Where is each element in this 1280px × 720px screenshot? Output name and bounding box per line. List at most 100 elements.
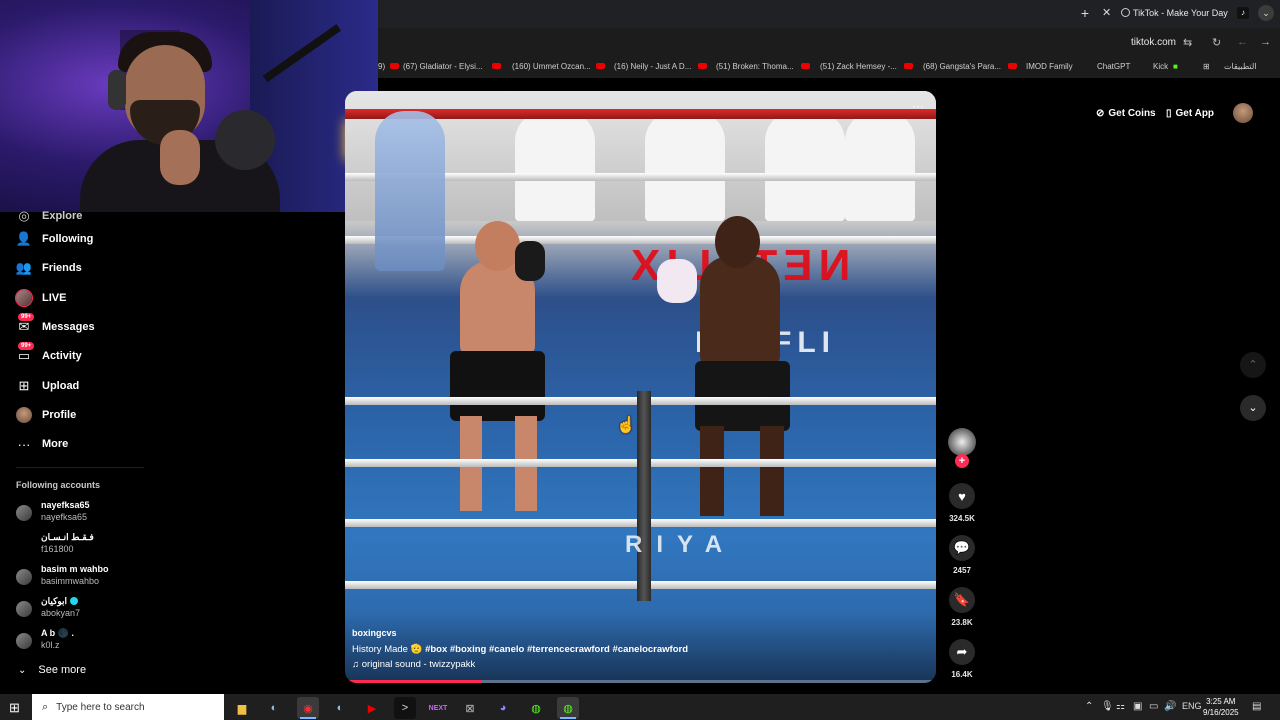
sidebar-item-label: Profile	[42, 409, 77, 421]
new-tab-button[interactable]: +	[1078, 5, 1092, 21]
share-button[interactable]: ➦ 16.4K	[945, 639, 979, 679]
clock-time: 3:25 AM	[1206, 697, 1236, 706]
verified-icon	[70, 597, 79, 605]
site-settings-icon[interactable]: ⇆	[1183, 36, 1192, 49]
sidebar-item-upload[interactable]: ⊞ Upload	[16, 376, 80, 396]
sidebar-item-label: Messages	[42, 321, 95, 333]
account-username: nayefksa65	[41, 512, 88, 522]
bookmark-item[interactable]: (51) Zack Hemsey -...	[820, 62, 897, 71]
network-icon[interactable]: ⚏	[1116, 701, 1125, 712]
tiktok-tab-icon[interactable]: ♪	[1237, 7, 1249, 19]
activity-badge: 99+	[18, 342, 35, 350]
windows-start-icon[interactable]: ⊞	[9, 700, 20, 716]
sidebar-item-label: LIVE	[42, 292, 67, 304]
youtube-icon	[1008, 63, 1017, 69]
display-icon[interactable]: ▣	[1133, 701, 1142, 712]
sidebar-item-profile[interactable]: Profile	[16, 405, 76, 425]
bookmark-item[interactable]: (16) Neily - Just A D...	[614, 62, 691, 71]
coin-icon: ⊘	[1096, 107, 1105, 119]
video-caption: History Made 🫡 #box #boxing #canelo #ter…	[352, 644, 688, 655]
video-player[interactable]: NETFLIX NETFLI RIYA ··· boxingcvs Histor…	[345, 91, 936, 683]
get-app-button[interactable]: ▯ Get App	[1160, 101, 1220, 125]
video-author[interactable]: boxingcvs	[352, 628, 397, 638]
youtube-icon	[801, 63, 810, 69]
account-avatar	[16, 569, 32, 585]
sidebar-item-label: More	[42, 438, 69, 450]
previous-video-button[interactable]: ⌃	[1240, 352, 1266, 378]
bookmark-item[interactable]: التطبيقات	[1224, 62, 1256, 71]
taskbar-clock[interactable]: 3:25 AM 9/16/2025	[1203, 696, 1239, 718]
tab-list-chevron-icon[interactable]: ⌄	[1258, 5, 1274, 21]
user-avatar[interactable]	[1233, 103, 1253, 123]
sidebar-item-friends[interactable]: 👥 Friends	[16, 258, 82, 278]
apps-grid-icon[interactable]: ⊞	[1203, 62, 1210, 71]
forward-icon[interactable]: →	[1260, 36, 1271, 48]
notifications-icon[interactable]: ▤	[1252, 701, 1261, 712]
ring-post	[637, 391, 651, 601]
next-app-icon[interactable]: NEXT	[427, 697, 449, 719]
get-coins-button[interactable]: ⊘ Get Coins	[1090, 101, 1162, 125]
following-accounts-title: Following accounts	[16, 480, 101, 490]
microphone-icon[interactable]: 🎙	[1101, 701, 1114, 712]
bookmark-item[interactable]: (67) Gladiator - Elysi...	[403, 62, 483, 71]
bookmark-item[interactable]: IMOD Family	[1026, 62, 1073, 71]
like-count: 324.5K	[949, 514, 975, 523]
sidebar-item-explore[interactable]: ◎ Explore	[16, 206, 82, 226]
bookmark-item[interactable]: (160) Ummet Ozcan...	[512, 62, 591, 71]
bookmark-item[interactable]: (51) Broken: Thoma...	[716, 62, 794, 71]
tab-title[interactable]: TikTok - Make Your Day	[1133, 8, 1228, 18]
bookmark-item[interactable]: (68) Gangsta's Para...	[923, 62, 1001, 71]
referee	[375, 111, 445, 271]
creator-avatar[interactable]	[948, 428, 976, 456]
see-more-button[interactable]: ⌄ See more	[18, 664, 86, 676]
chrome-icon[interactable]: ◉	[297, 697, 319, 719]
video-sound[interactable]: ♫ original sound - twizzypakk	[352, 659, 475, 670]
youtube-icon	[596, 63, 605, 69]
upload-icon: ⊞	[18, 378, 30, 393]
mat-logo: RIYA	[625, 531, 737, 558]
bookmark-partial[interactable]: 9)	[378, 62, 385, 71]
file-explorer-icon[interactable]: ▆	[231, 697, 253, 719]
more-options-icon[interactable]: ···	[912, 99, 924, 113]
terminal-icon[interactable]: >	[394, 697, 416, 719]
bookmark-icon: 🔖	[949, 587, 975, 613]
close-tab-icon[interactable]: ✕	[1102, 6, 1111, 19]
steam-icon[interactable]: ◐	[263, 697, 285, 719]
discord-icon[interactable]: ◕	[492, 697, 514, 719]
get-app-label: Get App	[1175, 107, 1215, 119]
xbox-icon[interactable]: ⊠	[459, 697, 481, 719]
account-username: f161800	[41, 544, 74, 554]
save-button[interactable]: 🔖 23.8K	[945, 587, 979, 627]
music-note-icon: ♫	[352, 659, 360, 670]
like-button[interactable]: ♥ 324.5K	[945, 483, 979, 523]
kick-app-icon[interactable]: ◍	[525, 697, 547, 719]
caption-hashtags[interactable]: #box #boxing #canelo #terrencecrawford #…	[425, 644, 688, 655]
youtube-icon	[492, 63, 501, 69]
friends-icon: 👥	[15, 260, 33, 275]
back-icon[interactable]: ←	[1237, 36, 1248, 48]
battery-icon[interactable]: ▭	[1149, 701, 1158, 712]
reload-icon[interactable]: ↻	[1212, 36, 1221, 49]
sidebar-item-messages[interactable]: ✉ 99+ Messages	[16, 313, 95, 337]
sidebar-item-more[interactable]: ··· More	[16, 434, 69, 454]
next-video-button[interactable]: ⌄	[1240, 395, 1266, 421]
bookmark-item[interactable]: Kick	[1153, 62, 1168, 71]
share-count: 16.4K	[951, 670, 973, 679]
language-indicator[interactable]: ENG	[1182, 701, 1202, 711]
taskbar-search[interactable]: ⌕ Type here to search	[32, 694, 224, 720]
steam-app-icon[interactable]: ◐	[329, 697, 351, 719]
bookmark-item[interactable]: ChatGPT	[1097, 62, 1130, 71]
sidebar-item-following[interactable]: 👤 Following	[16, 229, 93, 249]
account-username: basimmwahbo	[41, 576, 100, 586]
kick-active-icon[interactable]: ◍	[557, 697, 579, 719]
follow-plus-icon[interactable]: +	[955, 454, 969, 468]
youtube-app-icon[interactable]: ▶	[361, 697, 383, 719]
volume-icon[interactable]: 🔊	[1164, 701, 1176, 712]
comment-button[interactable]: 💬 2457	[945, 535, 979, 575]
url-text[interactable]: tiktok.com	[1131, 37, 1176, 48]
sidebar-item-live[interactable]: LIVE	[16, 288, 66, 308]
tray-chevron-icon[interactable]: ⌃	[1085, 701, 1093, 712]
video-progress-fill	[345, 680, 481, 683]
sidebar-item-activity[interactable]: ▭ 99+ Activity	[16, 342, 82, 366]
account-name: فـقـط انـسـان	[41, 532, 94, 542]
